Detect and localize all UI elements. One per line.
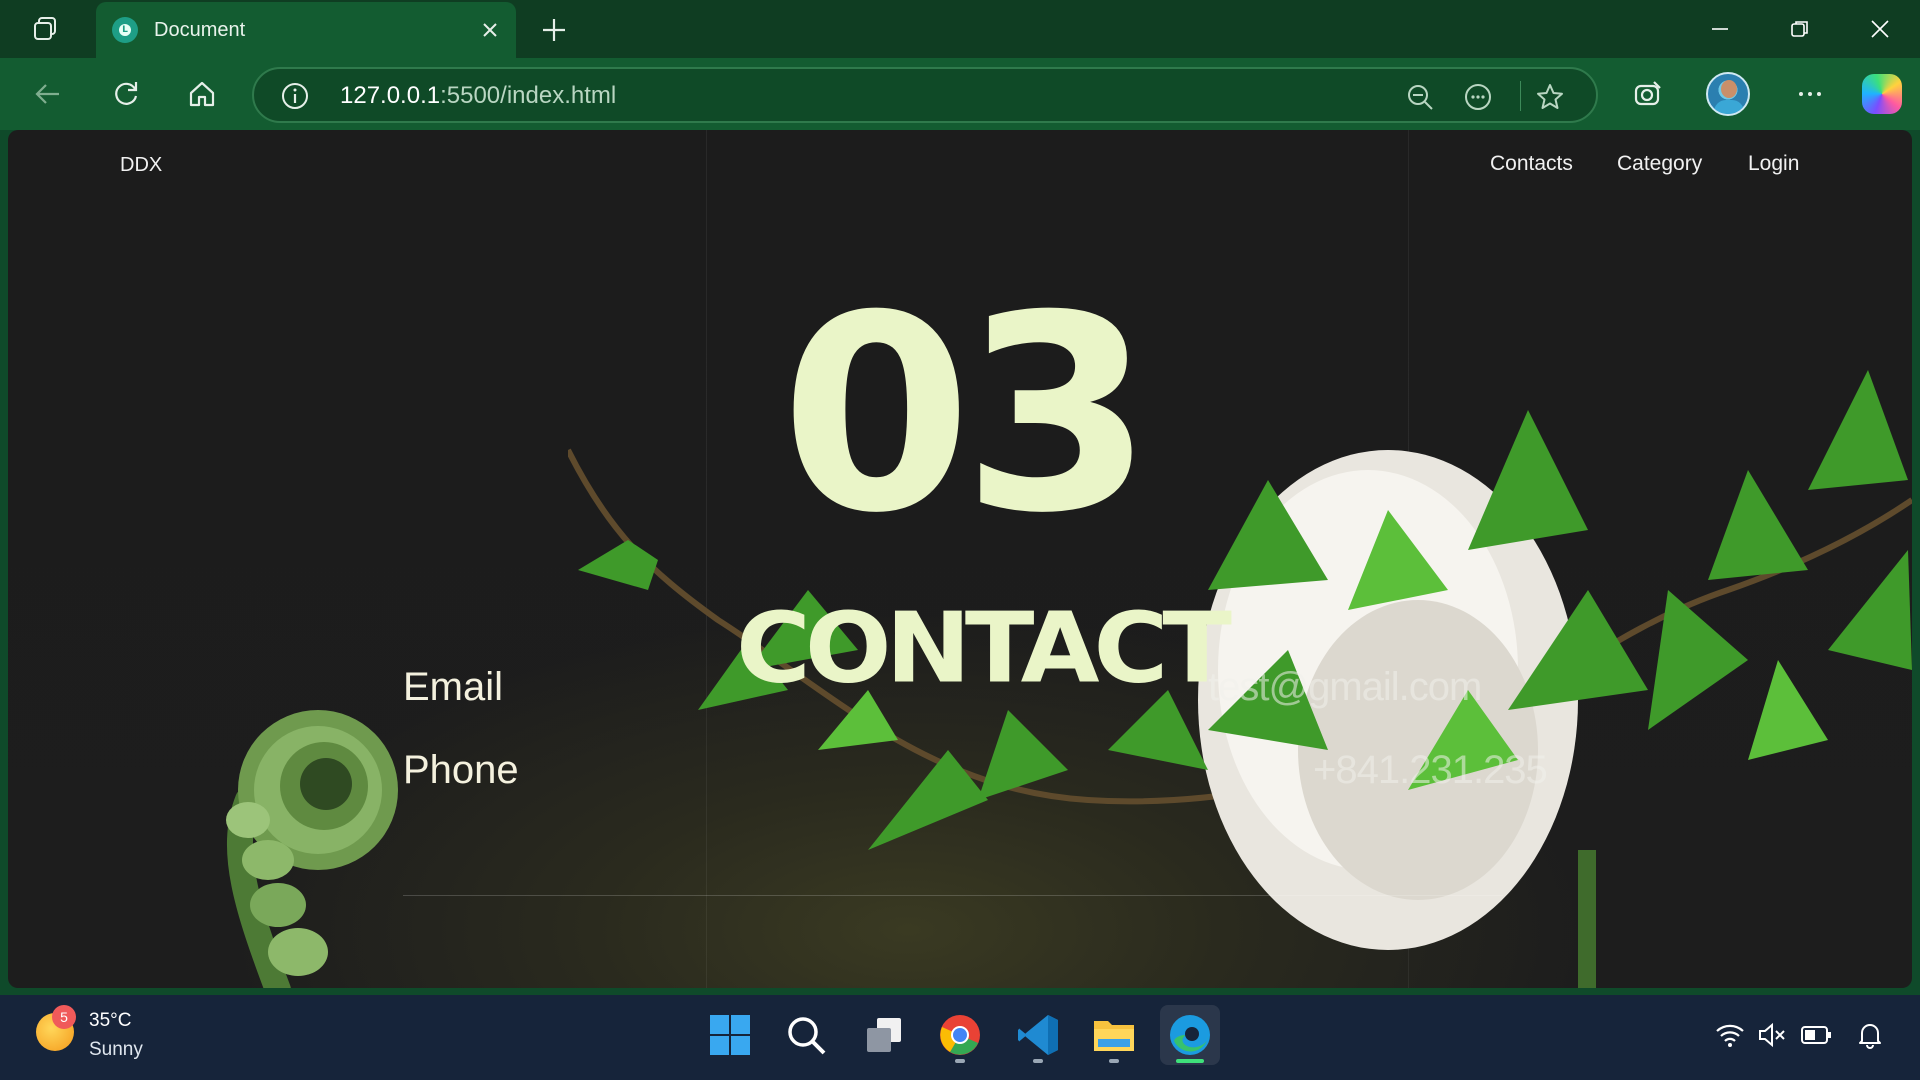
phone-value[interactable]: +841.231.235 [1313, 748, 1548, 793]
tab-close-icon[interactable] [472, 12, 508, 48]
back-icon[interactable] [26, 74, 70, 114]
email-value[interactable]: test@gmail.com [1208, 665, 1482, 710]
address-separator [1520, 81, 1521, 111]
more-options-icon[interactable] [1788, 74, 1832, 114]
hero-number: 03 [780, 257, 1153, 572]
file-explorer-icon[interactable] [1084, 1005, 1144, 1065]
start-icon[interactable] [700, 1005, 760, 1065]
browser-tab[interactable]: L Document [96, 2, 516, 58]
site-info-icon[interactable] [280, 81, 310, 111]
vscode-running-indicator [1033, 1059, 1043, 1063]
reading-options-icon[interactable] [1462, 81, 1494, 113]
home-icon[interactable] [180, 74, 224, 114]
copilot-icon[interactable] [1862, 74, 1902, 114]
hero-title: CONTACT [736, 592, 1232, 706]
edge-icon[interactable] [1160, 1005, 1220, 1065]
search-icon[interactable] [776, 1005, 836, 1065]
phone-label: Phone [403, 748, 519, 792]
url-text[interactable]: 127.0.0.1:5500/index.html [340, 82, 616, 110]
nav-link-login[interactable]: Login [1748, 152, 1799, 176]
wifi-icon[interactable] [1712, 1017, 1748, 1053]
url-host: 127.0.0.1 [340, 82, 441, 109]
profile-avatar[interactable] [1706, 72, 1750, 116]
site-brand[interactable]: DDX [120, 154, 162, 177]
browser-tab-bar: L Document [0, 0, 1920, 58]
extensions-icon[interactable] [1626, 74, 1670, 114]
weather-badge: 5 [52, 1005, 76, 1029]
notifications-icon[interactable] [1852, 1017, 1888, 1053]
chrome-icon[interactable] [930, 1005, 990, 1065]
browser-toolbar: 127.0.0.1:5500/index.html [0, 58, 1920, 130]
battery-icon[interactable] [1798, 1017, 1834, 1053]
volume-muted-icon[interactable] [1754, 1017, 1790, 1053]
weather-temperature[interactable]: 35°C [89, 1010, 131, 1032]
restore-icon[interactable] [1768, 8, 1832, 50]
fern-illustration [226, 710, 398, 988]
minimize-icon[interactable] [1688, 8, 1752, 50]
explorer-running-indicator [1109, 1059, 1119, 1063]
tab-title: Document [154, 18, 246, 41]
tab-favicon-icon: L [112, 17, 138, 43]
nav-link-category[interactable]: Category [1617, 152, 1702, 176]
email-label: Email [403, 665, 504, 709]
new-tab-button[interactable] [534, 12, 574, 48]
page-viewport: DDX Contacts Category Login 03 CONTACT E… [8, 130, 1912, 988]
row-divider [403, 895, 1503, 896]
chrome-running-indicator [955, 1059, 965, 1063]
avatar-body [1714, 100, 1744, 114]
task-view-icon[interactable] [854, 1005, 914, 1065]
weather-condition[interactable]: Sunny [89, 1039, 143, 1061]
zoom-out-icon[interactable] [1404, 81, 1436, 113]
close-window-icon[interactable] [1848, 8, 1912, 50]
nav-link-contacts[interactable]: Contacts [1490, 152, 1573, 176]
tab-actions-icon[interactable] [24, 13, 66, 45]
edge-active-indicator [1176, 1059, 1204, 1063]
favorite-star-icon[interactable] [1534, 81, 1566, 113]
tab-favicon-letter: L [119, 24, 131, 36]
taskbar: 5 35°C Sunny [0, 995, 1920, 1080]
vscode-icon[interactable] [1008, 1005, 1068, 1065]
url-path: :5500/index.html [440, 82, 617, 109]
refresh-icon[interactable] [104, 74, 148, 114]
address-bar[interactable]: 127.0.0.1:5500/index.html [252, 67, 1598, 123]
avatar-face [1721, 80, 1737, 98]
